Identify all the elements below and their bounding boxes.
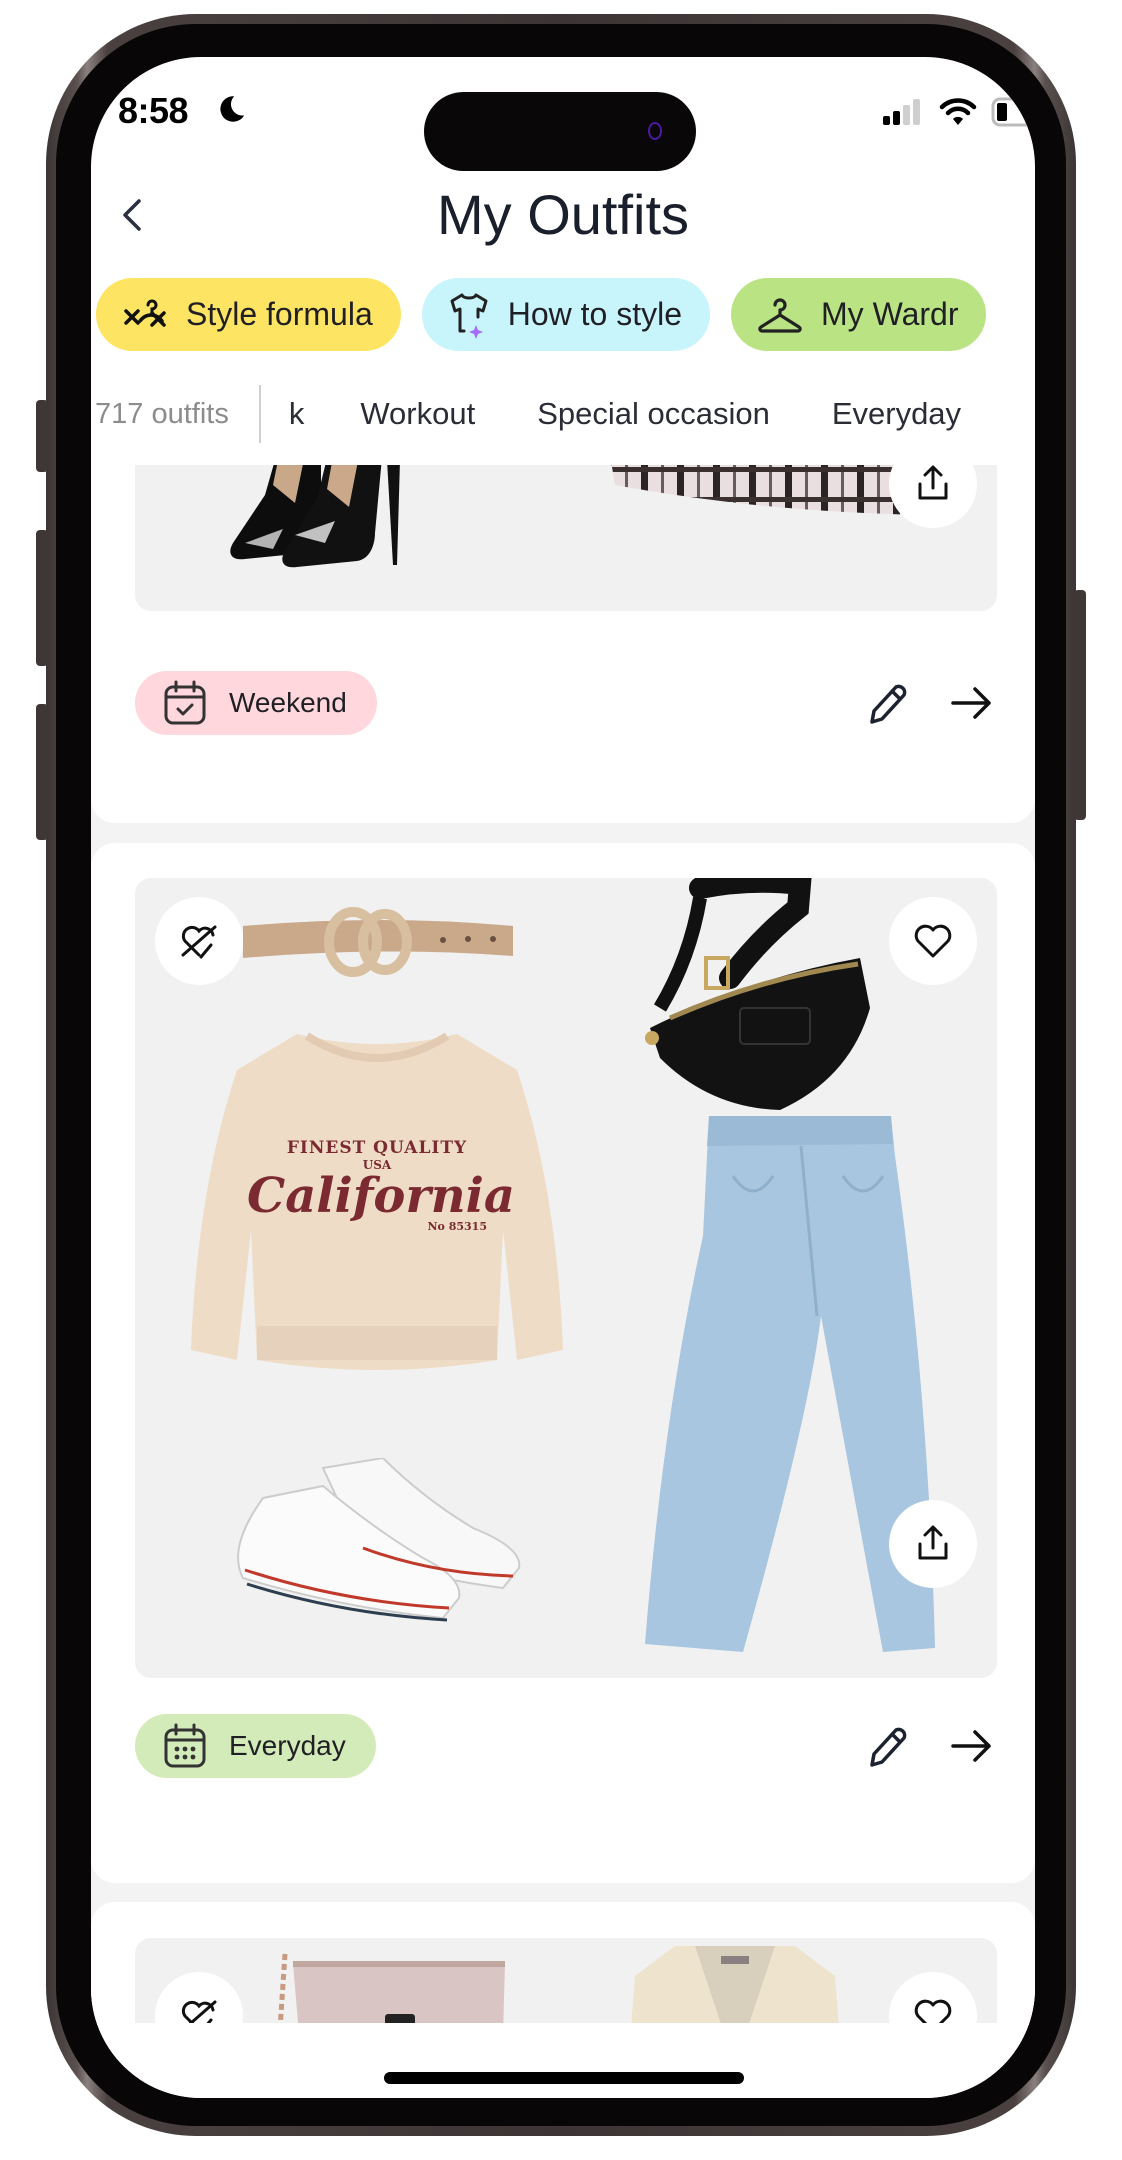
style-formula-label: Style formula <box>186 296 373 332</box>
status-icons <box>881 97 1035 127</box>
screen: 8:58 My Outfits Style formula How to sty… <box>91 57 1035 2098</box>
volume-up-button <box>36 530 48 666</box>
heart-icon <box>914 1999 952 2025</box>
filter-tabs[interactable]: 717 outfits k Workout Special occasion E… <box>91 384 1023 444</box>
heart-icon <box>914 924 952 958</box>
print-main: California <box>247 1168 515 1224</box>
battery-icon <box>991 97 1035 127</box>
calendar-check-icon <box>164 680 206 725</box>
edit-outfit-button[interactable] <box>864 680 910 726</box>
like-button[interactable] <box>889 1972 977 2025</box>
item-black-belt-bag <box>645 878 870 1110</box>
outfit-collage[interactable] <box>135 465 997 611</box>
outfit-list[interactable]: Weekend FINEST QUALITY USA California No… <box>91 465 1035 2025</box>
item-cream-cardigan <box>631 1946 839 2025</box>
item-plaid-skirt <box>611 465 925 515</box>
item-white-sneakers <box>237 1458 521 1622</box>
status-time: 8:58 <box>118 90 189 131</box>
edit-outfit-button[interactable] <box>864 1723 910 1769</box>
item-pink-crossbody-bag <box>277 1953 505 2025</box>
wifi-icon <box>939 98 977 125</box>
tshirt-sparkle-icon <box>450 293 488 339</box>
arrow-right-icon <box>951 1730 991 1762</box>
pencil-icon <box>870 1727 907 1767</box>
heart-off-icon <box>181 925 217 959</box>
item-black-pumps <box>230 465 400 568</box>
home-indicator[interactable] <box>384 2072 744 2084</box>
tab-everyday[interactable]: Everyday <box>832 396 961 432</box>
outfit-card[interactable]: Weekend <box>91 465 1035 823</box>
share-icon <box>918 465 948 500</box>
outfit-card[interactable]: FINEST QUALITY USA California No 85315 E… <box>91 843 1035 1883</box>
occasion-label: Everyday <box>229 1730 346 1761</box>
how-to-style-button[interactable]: How to style <box>421 278 711 351</box>
action-button <box>36 400 48 472</box>
page-title: My Outfits <box>436 183 690 246</box>
bottom-safe-area <box>91 2023 1035 2098</box>
my-wardrobe-button[interactable]: My Wardr <box>731 278 987 351</box>
dislike-button[interactable] <box>155 897 243 985</box>
sweatshirt-print: FINEST QUALITY USA California No 85315 <box>247 1138 515 1233</box>
outfit-collage[interactable] <box>135 1938 997 2025</box>
how-to-style-label: How to style <box>507 296 683 332</box>
pencil-icon <box>870 684 907 724</box>
open-outfit-button[interactable] <box>949 680 995 726</box>
tab-workout[interactable]: Workout <box>360 396 475 432</box>
tab-special-occasion[interactable]: Special occasion <box>537 396 770 432</box>
like-button[interactable] <box>889 897 977 985</box>
cellular-signal-icon <box>883 99 920 125</box>
tab-work[interactable]: k <box>289 396 305 432</box>
occasion-label: Weekend <box>229 687 347 718</box>
arrow-right-icon <box>951 687 991 719</box>
moon-icon <box>220 96 245 122</box>
share-button[interactable] <box>889 1500 977 1588</box>
calendar-dots-icon <box>164 1723 206 1768</box>
print-line1: FINEST QUALITY <box>286 1138 468 1158</box>
my-wardrobe-label: My Wardr <box>821 296 959 332</box>
occasion-chip-weekend[interactable]: Weekend <box>135 671 377 735</box>
quick-actions-row[interactable]: Style formula How to style My Wardr <box>96 278 987 351</box>
outfit-collage[interactable]: FINEST QUALITY USA California No 85315 <box>135 878 997 1678</box>
hanger-icon <box>758 297 802 333</box>
outfit-card[interactable] <box>91 1902 1035 2025</box>
occasion-chip-everyday[interactable]: Everyday <box>135 1714 376 1778</box>
open-outfit-button[interactable] <box>949 1723 995 1769</box>
dynamic-island <box>424 92 696 171</box>
volume-down-button <box>36 704 48 840</box>
tabs-divider <box>258 385 261 443</box>
share-icon <box>918 1525 948 1560</box>
style-formula-button[interactable]: Style formula <box>96 278 401 351</box>
heart-off-icon <box>181 2000 217 2025</box>
style-formula-icon <box>124 299 166 327</box>
power-button <box>1074 590 1086 820</box>
outfit-count: 717 outfits <box>95 397 229 430</box>
dislike-button[interactable] <box>155 1972 243 2025</box>
item-tan-belt <box>243 907 513 977</box>
